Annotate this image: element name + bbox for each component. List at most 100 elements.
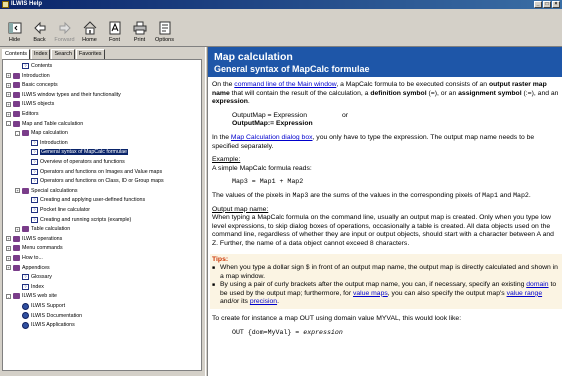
expand-icon[interactable]: + xyxy=(6,265,11,271)
tree-item[interactable]: + ILWIS operations xyxy=(6,235,62,243)
print-button[interactable]: Print xyxy=(127,9,152,45)
tree-item-label: Creating and applying user-defined funct… xyxy=(40,197,146,204)
example-text: A simple MapCalc formula reads: xyxy=(212,164,312,172)
book-icon xyxy=(22,226,29,233)
value-maps-link[interactable]: value maps xyxy=(353,290,388,297)
tab-index[interactable]: Index xyxy=(31,49,51,59)
collapse-icon[interactable]: - xyxy=(15,130,20,136)
expand-icon[interactable]: + xyxy=(6,245,11,251)
tree-item[interactable]: ? Contents xyxy=(15,62,52,70)
tree-item[interactable]: + How to... xyxy=(6,254,43,262)
maximize-button[interactable]: □ xyxy=(543,1,551,8)
font-button[interactable]: Font xyxy=(102,9,127,45)
tree-item[interactable]: + Table calculation xyxy=(15,225,70,233)
tree-item[interactable]: + Appendices xyxy=(6,264,50,272)
collapse-icon[interactable]: - xyxy=(6,293,11,299)
expand-icon[interactable]: + xyxy=(6,236,11,242)
tree-item[interactable]: ? Creating and running scripts (example) xyxy=(24,216,131,224)
syntax-line-1: OutputMap = Expression or xyxy=(232,111,349,119)
nav-tabs: Contents Index Search Favorites xyxy=(2,49,106,60)
book-icon xyxy=(22,187,29,194)
command-line-link[interactable]: command line of the Main window xyxy=(234,81,336,88)
options-button[interactable]: Options xyxy=(152,9,177,45)
tips-label: Tips: xyxy=(212,255,229,263)
tree-item[interactable]: ILWIS Support xyxy=(15,302,65,310)
back-button[interactable]: Back xyxy=(27,9,52,45)
expand-icon[interactable]: + xyxy=(6,111,11,117)
book-icon xyxy=(13,235,20,242)
home-button[interactable]: Home xyxy=(77,9,102,45)
help-page-icon: ? xyxy=(22,63,29,69)
example-heading: Example: xyxy=(212,156,241,164)
tree-item[interactable]: - Map calculation xyxy=(15,129,68,137)
expand-icon[interactable]: + xyxy=(6,92,11,98)
tree-item-label: Special calculations xyxy=(31,187,78,194)
tree-item[interactable]: ? Glossary xyxy=(15,273,52,281)
help-page-icon: ? xyxy=(31,216,38,223)
minimize-button[interactable]: _ xyxy=(534,1,542,8)
tree-item-label: Map and Table calculation xyxy=(22,120,84,127)
tab-search[interactable]: Search xyxy=(51,49,75,59)
tree-item[interactable]: + Editors xyxy=(6,110,39,118)
contents-tree[interactable]: ? Contents + Introduction + Basic concepts + IL… xyxy=(2,59,202,371)
output-text: When typing a MapCalc formula on the com… xyxy=(212,214,554,247)
tree-item[interactable]: + Introduction xyxy=(6,72,50,80)
tree-item[interactable]: + ILWIS objects xyxy=(6,100,54,108)
tree-item[interactable]: ? Overview of operators and functions xyxy=(24,158,125,166)
options-icon xyxy=(158,21,172,35)
tree-item[interactable]: ? Operators and functions on Images and V… xyxy=(24,168,162,176)
back-label: Back xyxy=(33,37,46,43)
expand-icon[interactable]: + xyxy=(6,101,11,107)
tree-item-label: Operators and functions on Class, ID or … xyxy=(40,178,164,185)
tree-item-label: ILWIS Support xyxy=(31,303,66,309)
expand-icon[interactable]: + xyxy=(6,82,11,88)
topic-pane: Map calculation General syntax of MapCal… xyxy=(208,47,562,376)
tree-item[interactable]: ? Index xyxy=(15,283,44,291)
tree-item[interactable]: ? Creating and applying user-defined func… xyxy=(24,196,145,204)
forward-button[interactable]: Forward xyxy=(52,9,77,45)
expand-icon[interactable]: + xyxy=(15,188,20,194)
tree-item[interactable]: ? Operators and functions on Class, ID or… xyxy=(24,177,164,185)
topic-subtitle: General syntax of MapCalc formulae xyxy=(214,64,370,74)
tree-item[interactable]: ? Introduction xyxy=(24,139,68,147)
book-icon xyxy=(13,255,20,261)
tab-favorites[interactable]: Favorites xyxy=(75,49,105,59)
tree-item[interactable]: ILWIS Documentation xyxy=(15,312,82,320)
value-range-link[interactable]: value range xyxy=(507,290,543,297)
close-button[interactable]: × xyxy=(552,1,560,8)
help-page-icon: ? xyxy=(22,283,29,290)
expand-icon[interactable]: + xyxy=(15,226,20,232)
tree-item-label: Appendices xyxy=(22,264,50,271)
home-icon xyxy=(83,21,97,35)
hide-icon xyxy=(8,21,22,35)
map-calculation-dialog-link[interactable]: Map Calculation dialog box xyxy=(231,134,313,141)
tree-item[interactable]: + ILWIS window types and their functional… xyxy=(6,91,121,99)
book-icon xyxy=(13,111,20,117)
collapse-icon[interactable]: - xyxy=(6,121,11,127)
tree-item[interactable]: ? General syntax of MapCalc formulae xyxy=(24,148,128,156)
home-label: Home xyxy=(82,37,97,43)
tree-item[interactable]: ? Pocket line calculator xyxy=(24,206,90,214)
tree-item[interactable]: + Menu commands xyxy=(6,244,63,252)
precision-link[interactable]: precision xyxy=(250,298,277,305)
domain-link[interactable]: domain xyxy=(526,281,548,288)
tree-item[interactable]: + Basic concepts xyxy=(6,81,58,89)
tree-item-label: Menu commands xyxy=(22,245,63,252)
dialog-paragraph: In the Map Calculation dialog box, you o… xyxy=(212,133,535,150)
topic-banner: Map calculation General syntax of MapCal… xyxy=(208,47,562,77)
tree-item-label: ILWIS web site xyxy=(22,293,57,300)
tree-item[interactable]: - ILWIS web site xyxy=(6,292,57,300)
tree-item[interactable]: + Special calculations xyxy=(15,187,78,195)
expand-icon[interactable]: + xyxy=(6,73,11,79)
tree-item[interactable]: ILWIS Applications xyxy=(15,321,75,329)
tree-item-label: ILWIS Applications xyxy=(31,322,75,329)
help-page-icon: ? xyxy=(31,159,38,165)
book-icon xyxy=(13,101,20,108)
hide-button[interactable]: Hide xyxy=(2,9,27,45)
book-icon xyxy=(13,245,20,252)
tree-item[interactable]: - Map and Table calculation xyxy=(6,120,83,128)
expand-icon[interactable]: + xyxy=(6,255,11,261)
tree-item-label: Operators and functions on Images and Va… xyxy=(40,168,163,175)
tips-box: Tips: When you type a dollar sign $ in f… xyxy=(210,253,562,310)
syntax-line-2: OutputMap:= Expression xyxy=(232,120,313,128)
